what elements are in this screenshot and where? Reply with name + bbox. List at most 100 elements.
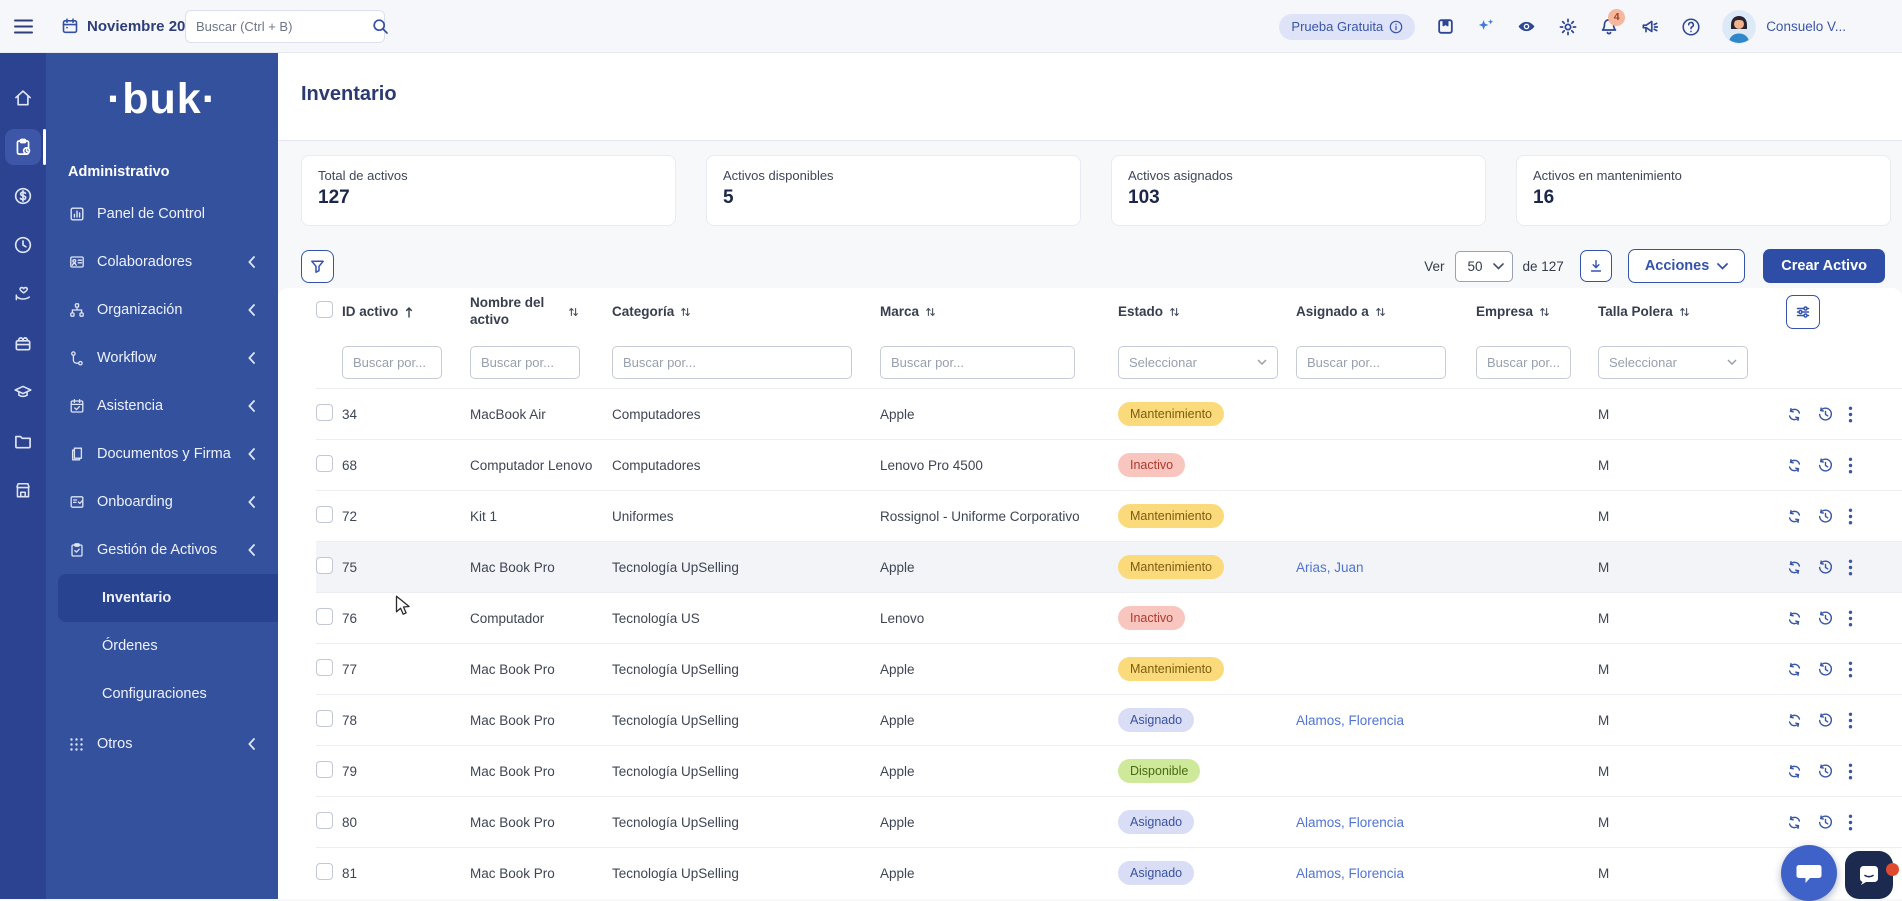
global-search[interactable] (185, 10, 385, 43)
create-asset-button[interactable]: Crear Activo (1763, 249, 1885, 283)
column-settings-button[interactable] (1786, 295, 1820, 329)
period-selector[interactable]: Noviembre 2025 (61, 17, 202, 35)
filter-empresa-input[interactable] (1476, 346, 1571, 379)
filter-id-input[interactable] (342, 346, 442, 379)
column-header-estado[interactable]: Estado (1118, 304, 1296, 321)
filter-talla-select[interactable]: Seleccionar (1598, 346, 1748, 379)
sync-status-button[interactable] (1786, 559, 1803, 576)
row-menu-button[interactable] (1848, 814, 1853, 831)
filter-categoria-input[interactable] (612, 346, 852, 379)
column-header-empresa[interactable]: Empresa (1476, 304, 1598, 321)
sync-status-button[interactable] (1786, 763, 1803, 780)
history-button[interactable] (1817, 610, 1834, 627)
rail-marketplace-icon[interactable] (0, 467, 46, 513)
search-icon[interactable] (372, 18, 389, 35)
sidebar-item-workflow[interactable]: Workflow (46, 334, 278, 382)
assigned-link[interactable]: Alamos, Florencia (1296, 713, 1404, 728)
table-row[interactable]: 34 MacBook Air Computadores Apple Manten… (316, 388, 1902, 439)
column-header-id[interactable]: ID activo (342, 304, 470, 321)
rail-benefits-icon[interactable] (0, 320, 46, 366)
eye-icon[interactable] (1516, 17, 1537, 36)
history-button[interactable] (1817, 661, 1834, 678)
sidebar-item-colaboradores[interactable]: Colaboradores (46, 238, 278, 286)
sidebar-item-otros[interactable]: Otros (46, 720, 278, 768)
row-menu-button[interactable] (1848, 712, 1853, 729)
sidebar-item-asistencia[interactable]: Asistencia (46, 382, 278, 430)
bell-icon[interactable]: 4 (1599, 17, 1619, 37)
filter-nombre-input[interactable] (470, 346, 580, 379)
rail-training-icon[interactable] (0, 369, 46, 415)
rail-files-icon[interactable] (0, 418, 46, 464)
row-menu-button[interactable] (1848, 610, 1853, 627)
row-menu-button[interactable] (1848, 661, 1853, 678)
sidebar-subitem-configuraciones[interactable]: Configuraciones (46, 670, 278, 718)
page-size-select[interactable]: 50 (1455, 251, 1513, 282)
avatar[interactable] (1722, 10, 1756, 44)
rail-wellbeing-icon[interactable] (0, 271, 46, 317)
history-button[interactable] (1817, 406, 1834, 423)
row-checkbox[interactable] (316, 608, 333, 625)
row-menu-button[interactable] (1848, 508, 1853, 525)
sidebar-item-gestion-de-activos[interactable]: Gestión de Activos (46, 526, 278, 574)
sidebar-item-panel-de-control[interactable]: Panel de Control (46, 190, 278, 238)
column-header-talla[interactable]: Talla Polera (1598, 304, 1786, 321)
table-row[interactable]: 80 Mac Book Pro Tecnología UpSelling App… (316, 796, 1902, 847)
table-row[interactable]: 78 Mac Book Pro Tecnología UpSelling App… (316, 694, 1902, 745)
user-name[interactable]: Consuelo V... (1766, 19, 1846, 34)
rail-home-icon[interactable] (0, 75, 46, 121)
history-button[interactable] (1817, 559, 1834, 576)
assigned-link[interactable]: Arias, Juan (1296, 560, 1364, 575)
sync-status-button[interactable] (1786, 610, 1803, 627)
sidebar-subitem-inventario[interactable]: Inventario (58, 574, 278, 622)
history-button[interactable] (1817, 457, 1834, 474)
row-checkbox[interactable] (316, 659, 333, 676)
row-menu-button[interactable] (1848, 457, 1853, 474)
rail-time-icon[interactable] (0, 222, 46, 268)
download-button[interactable] (1580, 250, 1612, 282)
trial-badge[interactable]: Prueba Gratuita (1279, 14, 1415, 40)
row-checkbox[interactable] (316, 455, 333, 472)
table-row[interactable]: 72 Kit 1 Uniformes Rossignol - Uniforme … (316, 490, 1902, 541)
table-row[interactable]: 81 Mac Book Pro Tecnología UpSelling App… (316, 847, 1902, 898)
gear-icon[interactable] (1558, 17, 1578, 37)
table-row[interactable]: 77 Mac Book Pro Tecnología UpSelling App… (316, 643, 1902, 694)
table-row[interactable]: 79 Mac Book Pro Tecnología UpSelling App… (316, 745, 1902, 796)
chat-launcher-button[interactable] (1781, 845, 1837, 901)
actions-button[interactable]: Acciones (1628, 249, 1745, 283)
row-checkbox[interactable] (316, 863, 333, 880)
search-input[interactable] (196, 19, 372, 34)
row-menu-button[interactable] (1848, 763, 1853, 780)
sync-status-button[interactable] (1786, 457, 1803, 474)
sync-status-button[interactable] (1786, 814, 1803, 831)
rail-money-icon[interactable] (0, 173, 46, 219)
row-menu-button[interactable] (1848, 406, 1853, 423)
row-checkbox[interactable] (316, 761, 333, 778)
sync-status-button[interactable] (1786, 661, 1803, 678)
select-all-checkbox[interactable] (316, 301, 333, 318)
filter-asignado-input[interactable] (1296, 346, 1446, 379)
sync-status-button[interactable] (1786, 406, 1803, 423)
rail-assets-icon[interactable] (0, 124, 46, 170)
row-checkbox[interactable] (316, 710, 333, 727)
table-row[interactable]: 68 Computador Lenovo Computadores Lenovo… (316, 439, 1902, 490)
history-button[interactable] (1817, 508, 1834, 525)
row-checkbox[interactable] (316, 557, 333, 574)
filter-marca-input[interactable] (880, 346, 1075, 379)
sidebar-item-organizacion[interactable]: Organización (46, 286, 278, 334)
sidebar-subitem-ordenes[interactable]: Órdenes (46, 622, 278, 670)
sync-status-button[interactable] (1786, 508, 1803, 525)
column-header-marca[interactable]: Marca (880, 304, 1118, 321)
row-menu-button[interactable] (1848, 559, 1853, 576)
assigned-link[interactable]: Alamos, Florencia (1296, 866, 1404, 881)
column-header-asignado[interactable]: Asignado a (1296, 304, 1476, 321)
help-icon[interactable] (1681, 17, 1701, 37)
sidebar-item-onboarding[interactable]: Onboarding (46, 478, 278, 526)
history-button[interactable] (1817, 814, 1834, 831)
column-header-categoria[interactable]: Categoría (612, 304, 880, 321)
assigned-link[interactable]: Alamos, Florencia (1296, 815, 1404, 830)
megaphone-icon[interactable] (1640, 17, 1660, 37)
history-button[interactable] (1817, 763, 1834, 780)
sync-status-button[interactable] (1786, 712, 1803, 729)
column-header-nombre[interactable]: Nombre del activo (470, 295, 612, 329)
row-checkbox[interactable] (316, 404, 333, 421)
